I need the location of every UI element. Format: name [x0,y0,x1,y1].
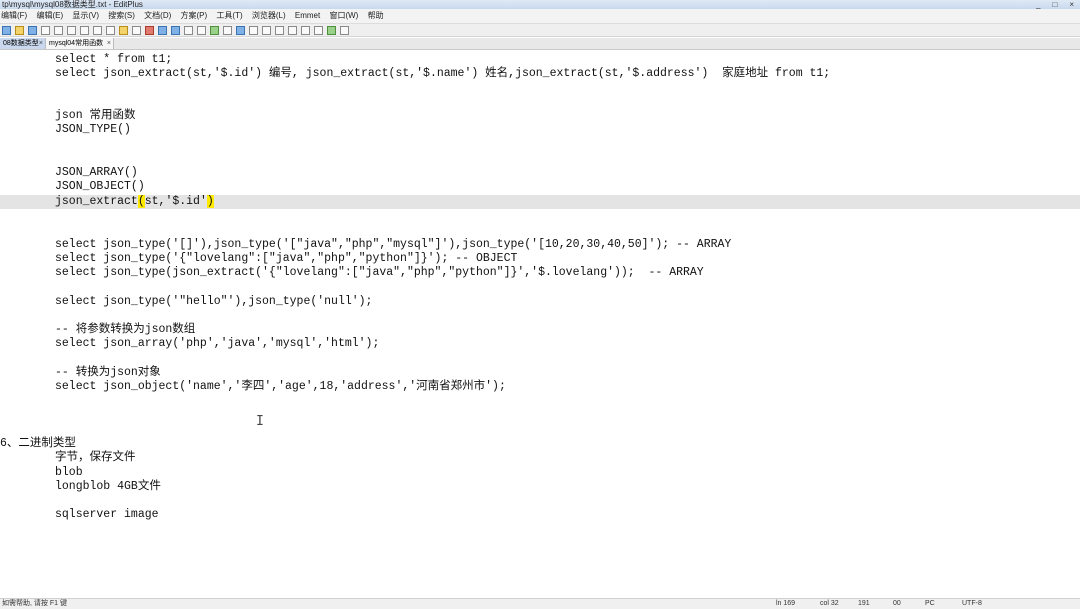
code-line: select json_object('name','李四','age',18,… [55,380,506,393]
menu-file[interactable]: 编辑(F) [1,9,27,23]
code-line: -- 将参数转换为json数组 [55,323,196,336]
paste-icon[interactable] [119,25,128,35]
find-icon[interactable] [184,25,193,35]
clear-icon[interactable] [132,25,141,35]
line-number-icon[interactable] [249,25,258,35]
tab-04-functions[interactable]: mysql04常用函数 × [46,38,114,49]
run-icon[interactable] [327,25,336,35]
code-line: select json_type('{"lovelang":["java","p… [55,252,518,265]
tab-08-data-types[interactable]: 08数据类型 × [0,38,46,49]
cut-icon[interactable] [93,25,102,35]
code-line: sqlserver image [55,508,159,521]
menu-search[interactable]: 搜索(S) [108,9,135,23]
browser-icon[interactable] [210,25,219,35]
code-line: JSON_TYPE() [55,123,131,136]
delete-icon[interactable] [145,25,154,35]
close-icon[interactable]: × [39,38,43,49]
tab-label: mysql04常用函数 [49,40,104,47]
close-icon[interactable]: × [107,38,111,49]
code-line: select json_extract(st,'$.id') 编号, json_… [55,67,831,80]
menu-bar: 编辑(F) 编辑(E) 显示(V) 搜索(S) 文档(D) 方案(P) 工具(T… [0,9,1080,24]
tab-label: 08数据类型 [3,40,39,47]
redo-icon[interactable] [171,25,180,35]
print-icon[interactable] [54,25,63,35]
ruler-icon[interactable] [236,25,245,35]
settings-icon[interactable] [340,25,349,35]
menu-emmet[interactable]: Emmet [295,9,320,23]
menu-edit[interactable]: 编辑(E) [36,9,63,23]
menu-window[interactable]: 窗口(W) [329,9,358,23]
code-line: select json_array('php','java','mysql','… [55,337,380,350]
code-line: select json_type('[]'),json_type('["java… [55,238,732,251]
editor-area[interactable]: select * from t1; select json_extract(st… [0,50,1080,598]
full-screen-icon[interactable] [288,25,297,35]
maximize-button[interactable]: □ [1052,0,1057,9]
code-text: json_extract [55,195,138,208]
code-line: select json_type(json_extract('{"lovelan… [55,266,704,279]
code-line: JSON_ARRAY() [55,166,138,179]
code-line: longblob 4GB文件 [55,480,161,493]
replace-icon[interactable] [197,25,206,35]
save-icon[interactable] [28,25,37,35]
undo-icon[interactable] [158,25,167,35]
menu-document[interactable]: 文档(D) [144,9,171,23]
code-line: select json_type('"hello"'),json_type('n… [55,295,373,308]
code-line: json 常用函数 [55,109,136,122]
column-select-icon[interactable] [262,25,271,35]
close-button[interactable]: × [1069,0,1074,9]
code-line: 字节，保存文件 [55,451,136,464]
menu-help[interactable]: 帮助 [368,9,384,23]
whitespace-icon[interactable] [275,25,284,35]
menu-project[interactable]: 方案(P) [181,9,208,23]
new-file-icon[interactable] [2,25,11,35]
text-cursor-icon: I [256,414,264,429]
status-bar: 如需帮助, 请按 F1 键 ln 169 col 32 191 00 PC UT… [0,598,1080,609]
code-line: blob [55,466,83,479]
directory-icon[interactable] [301,25,310,35]
brace-match-highlight: ( [137,195,145,208]
minimize-button[interactable]: _ [1036,0,1040,9]
current-code-line: json_extract(st,'$.id') [0,195,1080,209]
document-tab-bar: 08数据类型 × mysql04常用函数 × [0,38,1080,50]
code-line: -- 转换为json对象 [55,366,161,379]
code-line: JSON_OBJECT() [55,180,145,193]
word-wrap-icon[interactable] [223,25,232,35]
toolbar [0,24,1080,37]
menu-browser[interactable]: 浏览器(L) [252,9,286,23]
brace-match-highlight: ) [206,195,214,208]
code-text: st,'$.id' [144,195,207,208]
title-bar: tp\mysql\mysql08数据类型.txt - EditPlus _ □ … [0,0,1080,9]
window-title: tp\mysql\mysql08数据类型.txt - EditPlus [2,0,143,9]
cliptext-icon[interactable] [314,25,323,35]
save-all-icon[interactable] [41,25,50,35]
print-preview-icon[interactable] [67,25,76,35]
code-line: 6、二进制类型 [0,437,76,450]
menu-view[interactable]: 显示(V) [72,9,99,23]
menu-tools[interactable]: 工具(T) [216,9,242,23]
open-folder-icon[interactable] [15,25,24,35]
spell-check-icon[interactable] [80,25,89,35]
code-line: select * from t1; [55,53,173,66]
copy-icon[interactable] [106,25,115,35]
